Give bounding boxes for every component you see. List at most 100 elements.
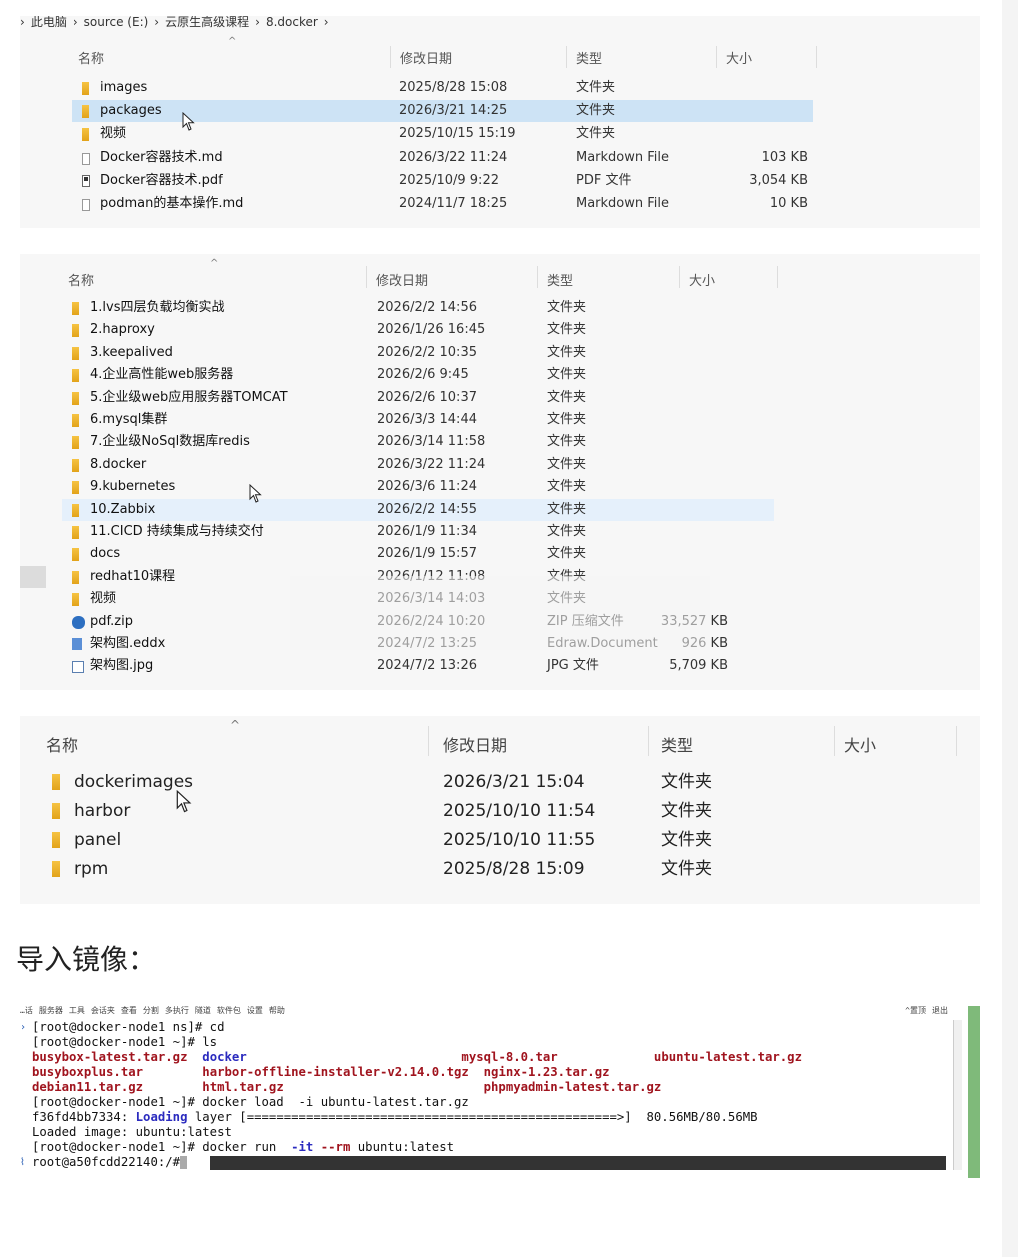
page-scrollbar[interactable] <box>1002 0 1018 1257</box>
terminal-text: harbor-offline-installer-v2.14.0.tgz <box>202 1065 469 1079</box>
file-type: 文件夹 <box>547 322 587 338</box>
terminal-text: nginx-1.23.tar.gz <box>483 1065 610 1079</box>
terminal-menu-item[interactable]: …话 <box>20 1006 33 1015</box>
file-name: Docker容器技术.pdf <box>100 172 223 188</box>
terminal-line: busybox-latest.tar.gz docker mysql-8.0.t… <box>32 1050 968 1065</box>
column-header-size[interactable]: 大小 <box>726 48 752 67</box>
terminal-menu-item[interactable]: 分割 <box>143 1006 159 1015</box>
column-header-name[interactable]: 名称 <box>68 270 94 289</box>
terminal-menu-item[interactable]: 多执行 <box>165 1006 189 1015</box>
column-header-modified[interactable]: 修改日期 <box>400 48 452 67</box>
column-header-size[interactable]: 大小 <box>689 270 715 289</box>
breadcrumb-item[interactable]: 8.docker <box>266 16 318 29</box>
file-row[interactable]: panel 2025/10/10 11:55 文件夹 <box>42 826 952 854</box>
file-type: PDF 文件 <box>576 172 632 188</box>
file-name: images <box>100 80 148 95</box>
terminal-line: [root@docker-node1 ns]# cd <box>32 1020 968 1035</box>
file-row[interactable]: podman的基本操作.md 2024/11/7 18:25 Markdown Fi… <box>72 193 813 215</box>
file-type: Markdown File <box>576 196 670 211</box>
folder-icon <box>72 503 79 517</box>
folder-icon <box>72 458 79 472</box>
breadcrumb-item[interactable]: 此电脑 <box>31 16 67 29</box>
file-row[interactable]: 7.企业级NoSql数据库redis 2026/3/14 11:58 文件夹 <box>62 431 774 453</box>
file-name: 10.Zabbix <box>90 501 156 517</box>
terminal-side-panel <box>968 1006 980 1178</box>
file-name: podman的基本操作.md <box>100 196 244 211</box>
folder-icon <box>72 593 79 607</box>
folder-icon <box>72 436 79 450</box>
terminal-menu-item[interactable]: 隧道 <box>195 1006 211 1015</box>
file-modified-date: 2026/3/21 14:25 <box>399 103 508 119</box>
file-row[interactable]: 4.企业高性能web服务器 2026/2/6 9:45 文件夹 <box>62 364 774 386</box>
terminal-menu-item[interactable]: 退出 <box>932 1006 948 1015</box>
file-type: 文件夹 <box>661 801 712 821</box>
file-row[interactable]: Docker容器技术.pdf 2025/10/9 9:22 PDF 文件 3,054 … <box>72 170 813 192</box>
file-row[interactable]: 11.CICD 持续集成与持续交付 2026/1/9 11:34 文件夹 <box>62 521 774 543</box>
terminal-text: root@a50fcdd22140:/# <box>32 1155 181 1169</box>
terminal-menu-item[interactable]: 软件包 <box>217 1006 241 1015</box>
terminal-gutter: › ⌇ <box>20 1022 27 1168</box>
file-type: 文件夹 <box>661 772 712 792</box>
file-row[interactable]: 2.haproxy 2026/1/26 16:45 文件夹 <box>62 319 774 341</box>
column-header-type[interactable]: 类型 <box>661 732 693 756</box>
file-type: JPG 文件 <box>547 658 599 674</box>
breadcrumb-item[interactable]: 云原生高级课程 <box>165 16 249 29</box>
markdown-file-icon <box>82 199 90 211</box>
column-header-type[interactable]: 类型 <box>547 270 573 289</box>
column-header-modified[interactable]: 修改日期 <box>443 732 507 756</box>
file-name: docs <box>90 546 121 562</box>
breadcrumb-item[interactable]: source (E:) <box>84 16 149 29</box>
file-name: packages <box>100 103 162 119</box>
file-row[interactable]: 6.mysql集群 2026/3/3 14:44 文件夹 <box>62 409 774 431</box>
file-type: 文件夹 <box>547 479 587 495</box>
file-row[interactable]: 10.Zabbix 2026/2/2 14:55 文件夹 <box>62 498 774 521</box>
file-row[interactable]: docs 2026/1/9 15:57 文件夹 <box>62 543 774 565</box>
terminal-text: ubuntu:latest <box>350 1140 455 1154</box>
breadcrumb-separator-icon: › <box>255 16 260 29</box>
terminal-line: [root@docker-node1 ~]# docker load -i ub… <box>32 1095 968 1110</box>
file-row[interactable]: 5.企业级web应用服务器TOMCAT 2026/2/6 10:37 文件夹 <box>62 387 774 409</box>
file-type: 文件夹 <box>547 501 587 517</box>
column-header-name[interactable]: 名称 <box>78 48 104 67</box>
terminal-menubar: …话 服务器 工具 会话夹 查看 分割 多执行 隧道 软件包 设置 帮助 ^置顶 退出 <box>20 1006 980 1018</box>
file-name: 11.CICD 持续集成与持续交付 <box>90 524 264 539</box>
terminal-menu-item[interactable]: 帮助 <box>269 1006 285 1015</box>
file-row[interactable]: rpm 2025/8/28 15:09 文件夹 <box>42 855 952 883</box>
file-row[interactable]: 3.keepalived 2026/2/2 10:35 文件夹 <box>62 342 774 364</box>
column-header-type[interactable]: 类型 <box>576 48 602 67</box>
folder-icon <box>72 414 79 427</box>
file-row[interactable]: 8.docker 2026/3/22 11:24 文件夹 <box>62 454 774 476</box>
pdf-file-icon <box>82 174 90 187</box>
terminal-menu-item[interactable]: 工具 <box>69 1006 85 1015</box>
terminal-scrollbar[interactable] <box>953 1020 962 1170</box>
terminal-output[interactable]: [root@docker-node1 ns]# cd [root@docker-n… <box>32 1020 968 1170</box>
file-modified-date: 2026/2/2 14:55 <box>377 501 477 517</box>
tooltip-ghost <box>290 576 710 650</box>
terminal-menu-item[interactable]: 查看 <box>121 1006 137 1015</box>
terminal-window[interactable]: …话 服务器 工具 会话夹 查看 分割 多执行 隧道 软件包 设置 帮助 ^置顶 退出 › ⌇ [root… <box>20 1006 980 1178</box>
terminal-menu-item[interactable]: 服务器 <box>39 1006 63 1015</box>
file-row[interactable]: 9.kubernetes 2026/3/6 11:24 文件夹 <box>62 476 774 498</box>
column-header-size[interactable]: 大小 <box>844 732 876 756</box>
file-row[interactable]: images 2025/8/28 15:08 文件夹 <box>72 77 813 99</box>
file-modified-date: 2026/2/2 14:56 <box>377 300 477 315</box>
column-header-name[interactable]: 名称 <box>46 732 78 756</box>
breadcrumb[interactable]: › 此电脑 › source (E:) › 云原生高级课程 › 8.docker › <box>20 16 980 30</box>
left-edge-highlight <box>20 566 46 588</box>
folder-icon <box>52 803 60 819</box>
terminal-text: mysql-8.0.tar <box>461 1050 558 1064</box>
terminal-menu-item[interactable]: 会话夹 <box>91 1006 115 1015</box>
file-row[interactable]: 1.lvs四层负载均衡实战 2026/2/2 14:56 文件夹 <box>62 297 774 319</box>
file-row[interactable]: 架构图.jpg 2024/7/2 13:26 JPG 文件 5,709 KB <box>62 655 774 677</box>
file-modified-date: 2026/3/22 11:24 <box>399 149 508 165</box>
file-name: 6.mysql集群 <box>90 412 168 427</box>
terminal-menu-item[interactable]: ^置顶 <box>905 1006 926 1015</box>
file-modified-date: 2025/10/9 9:22 <box>399 172 499 188</box>
breadcrumb-separator-icon: › <box>72 16 78 29</box>
file-row[interactable]: Docker容器技术.md 2026/3/22 11:24 Markdown Fil… <box>72 147 813 169</box>
terminal-text: docker <box>202 1050 247 1064</box>
column-header-modified[interactable]: 修改日期 <box>376 270 428 289</box>
terminal-menu-item[interactable]: 设置 <box>247 1006 263 1015</box>
